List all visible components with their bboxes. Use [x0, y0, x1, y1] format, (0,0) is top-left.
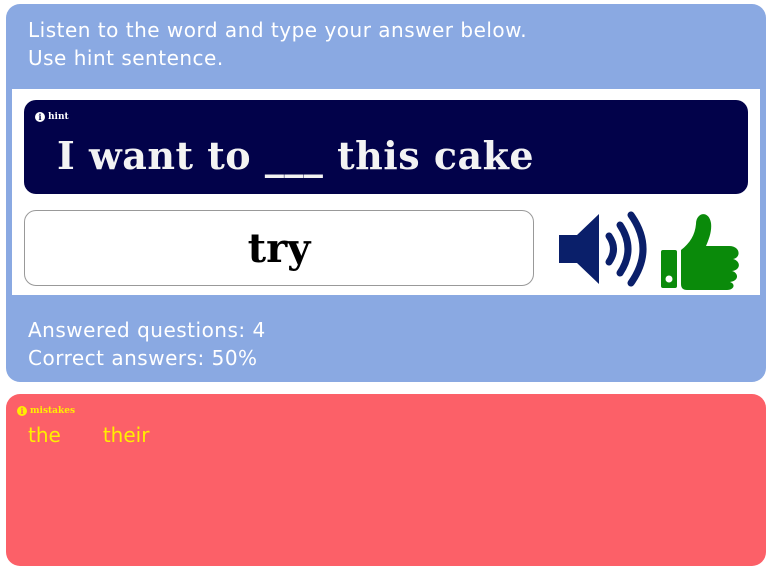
- mistakes-label-text: mistakes: [30, 406, 76, 416]
- stats: Answered questions: 4 Correct answers: 5…: [28, 316, 266, 372]
- correct-answers: Correct answers: 50%: [28, 346, 258, 370]
- info-icon: i: [17, 406, 27, 416]
- mistake-word: their: [102, 423, 150, 447]
- instructions-line-2: Use hint sentence.: [28, 46, 224, 70]
- answer-input[interactable]: [24, 210, 534, 286]
- hint-sentence: I want to ___ this cake: [57, 133, 535, 178]
- info-icon: i: [35, 112, 45, 122]
- answered-questions: Answered questions: 4: [28, 318, 266, 342]
- play-audio-button[interactable]: [557, 211, 651, 287]
- quiz-panel: Listen to the word and type your answer …: [6, 4, 766, 382]
- mistakes-label: i mistakes: [17, 405, 75, 417]
- mistakes-panel: i mistakes the their: [6, 394, 766, 566]
- mistakes-list: the their: [28, 421, 191, 449]
- mistake-word: the: [28, 423, 61, 447]
- hint-box: i hint I want to ___ this cake: [24, 100, 748, 194]
- instructions-line-1: Listen to the word and type your answer …: [28, 18, 528, 42]
- thumbs-up-icon: [657, 207, 741, 291]
- hint-label-text: hint: [48, 112, 69, 122]
- speaker-volume-icon: [559, 211, 647, 287]
- hint-label: i hint: [35, 111, 69, 123]
- question-area: i hint I want to ___ this cake: [12, 89, 760, 295]
- instructions: Listen to the word and type your answer …: [28, 16, 527, 72]
